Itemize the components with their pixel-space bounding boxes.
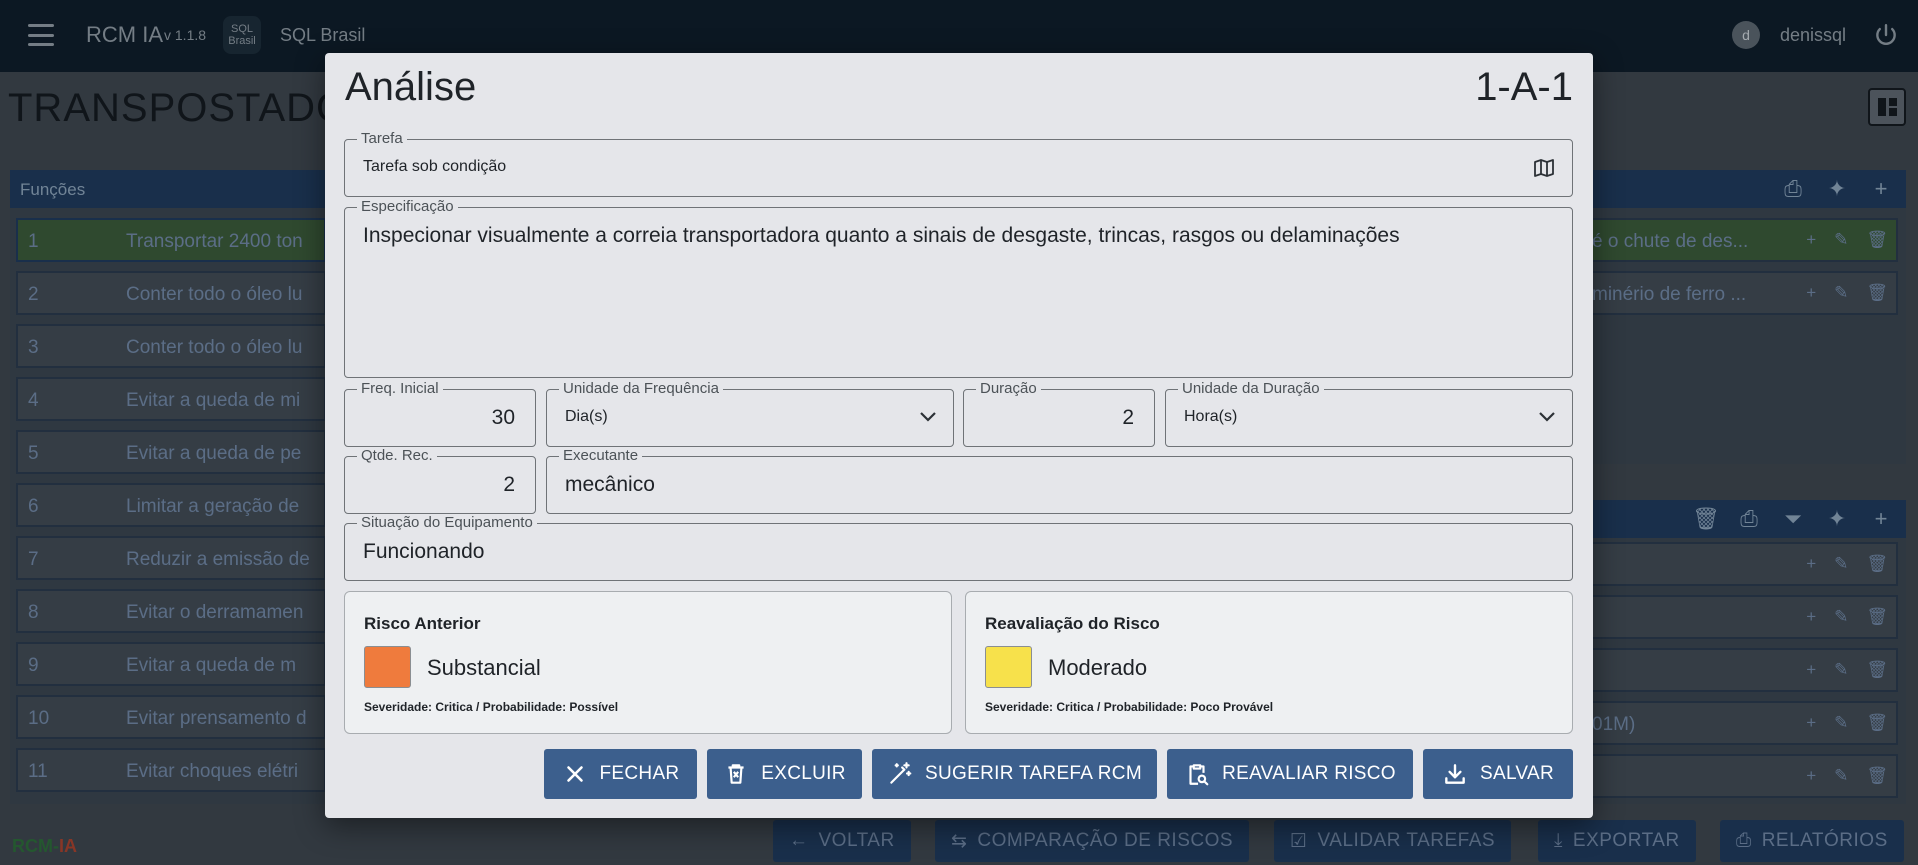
frequency-unit-value: Dia(s) xyxy=(565,408,608,425)
close-button-label: FECHAR xyxy=(599,763,680,784)
specification-label: Especificação xyxy=(357,198,458,216)
reassess-risk-button[interactable]: REAVALIAR RISCO xyxy=(1167,749,1413,799)
initial-frequency-label: Freq. Inicial xyxy=(357,380,443,398)
initial-frequency-input[interactable]: Freq. Inicial 30 xyxy=(344,380,536,447)
executor-label: Executante xyxy=(559,447,643,465)
delete-button[interactable]: EXCLUIR xyxy=(707,749,862,799)
download-icon xyxy=(1445,764,1465,784)
duration-unit-label: Unidade da Duração xyxy=(1178,380,1324,398)
previous-risk-detail: Severidade: Critica / Probabilidade: Pos… xyxy=(364,700,619,714)
duration-value: 2 xyxy=(1122,406,1134,429)
task-field[interactable]: Tarefa Tarefa sob condição xyxy=(344,130,1573,197)
duration-unit-value: Hora(s) xyxy=(1184,408,1238,425)
duration-unit-select[interactable]: Unidade da Duração Hora(s) xyxy=(1165,380,1573,447)
reassessment-swatch xyxy=(985,646,1032,688)
reassessment-level: Moderado xyxy=(1048,655,1148,680)
reassessment-detail: Severidade: Critica / Probabilidade: Poc… xyxy=(985,700,1274,714)
analysis-code: 1-A-1 xyxy=(1475,65,1573,109)
dialog-title: Análise xyxy=(345,65,477,109)
equipment-status-input[interactable]: Situação do Equipamento Funcionando xyxy=(344,514,1573,581)
previous-risk-level: Substancial xyxy=(427,655,541,680)
executor-input[interactable]: Executante mecânico xyxy=(546,447,1573,514)
executor-value: mecânico xyxy=(565,473,655,496)
frequency-unit-select[interactable]: Unidade da Frequência Dia(s) xyxy=(546,380,954,447)
resource-quantity-input[interactable]: Qtde. Rec. 2 xyxy=(344,447,536,514)
initial-frequency-value: 30 xyxy=(491,406,515,429)
risk-reassessment-card: Reavaliação do Risco Moderado Severidade… xyxy=(965,591,1573,734)
clipboard-search-icon xyxy=(1189,764,1209,786)
save-button-label: SALVAR xyxy=(1480,763,1554,784)
magic-wand-icon xyxy=(890,762,912,784)
previous-risk-swatch xyxy=(364,646,411,688)
close-icon xyxy=(566,766,583,782)
close-button[interactable]: FECHAR xyxy=(544,749,697,799)
analysis-dialog: Análise 1-A-1 Tarefa Tarefa sob condição… xyxy=(325,53,1593,818)
equipment-status-label: Situação do Equipamento xyxy=(357,514,537,532)
resource-quantity-label: Qtde. Rec. xyxy=(357,447,437,465)
specification-textarea[interactable]: Especificação Inspecionar visualmente a … xyxy=(344,198,1573,378)
duration-input[interactable]: Duração 2 xyxy=(963,380,1155,447)
delete-icon xyxy=(728,764,744,784)
equipment-status-value: Funcionando xyxy=(363,540,485,563)
map-icon[interactable] xyxy=(1532,156,1556,180)
specification-value: Inspecionar visualmente a correia transp… xyxy=(363,224,1400,247)
suggest-rcm-task-button[interactable]: SUGERIR TAREFA RCM xyxy=(872,749,1157,799)
previous-risk-card: Risco Anterior Substancial Severidade: C… xyxy=(344,591,952,734)
resource-quantity-value: 2 xyxy=(503,473,515,496)
delete-button-label: EXCLUIR xyxy=(761,763,846,784)
reassess-risk-label: REAVALIAR RISCO xyxy=(1222,763,1396,784)
previous-risk-title: Risco Anterior xyxy=(364,614,481,633)
save-button[interactable]: SALVAR xyxy=(1423,749,1573,799)
chevron-down-icon xyxy=(1539,412,1555,422)
reassessment-title: Reavaliação do Risco xyxy=(985,614,1160,633)
task-field-value: Tarefa sob condição xyxy=(363,158,507,175)
frequency-unit-label: Unidade da Frequência xyxy=(559,380,723,398)
task-field-label: Tarefa xyxy=(357,130,407,148)
duration-label: Duração xyxy=(976,380,1041,398)
suggest-rcm-task-label: SUGERIR TAREFA RCM xyxy=(925,763,1142,784)
chevron-down-icon xyxy=(920,412,936,422)
